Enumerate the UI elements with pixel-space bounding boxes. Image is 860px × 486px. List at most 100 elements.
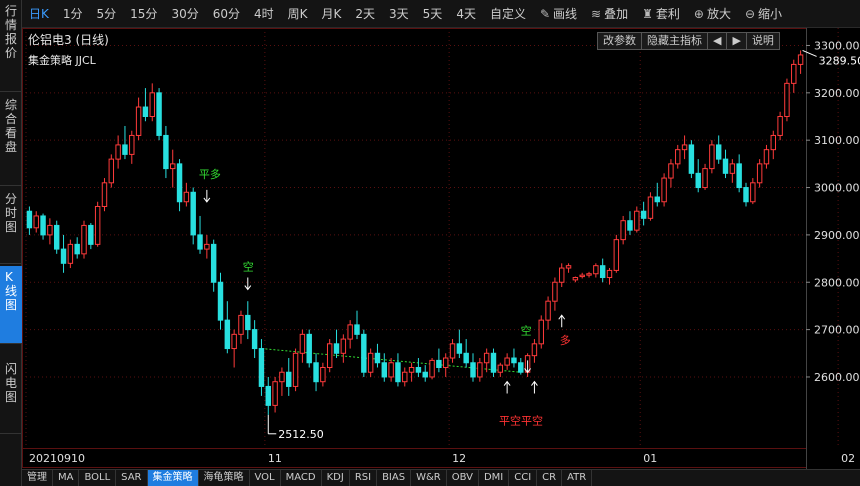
period-3[interactable]: 15分	[123, 0, 164, 28]
sidebar-tab-label: 闪电图	[4, 362, 17, 404]
candle-down	[251, 329, 258, 350]
arrow-right-icon[interactable]: ▶	[726, 32, 747, 50]
candle-up	[135, 106, 142, 136]
tool-zoom-out-button[interactable]: ⊖ 缩小	[738, 0, 789, 28]
period-0[interactable]: 日K	[22, 0, 56, 28]
candle-up	[565, 265, 572, 269]
candle-up	[784, 82, 790, 118]
candle-up	[81, 224, 87, 255]
hide-main-indicator-button[interactable]: 隐藏主指标	[641, 32, 708, 50]
candle-up	[449, 343, 456, 359]
indicator-label: 集金策略 JJCL	[28, 54, 96, 67]
sidebar-tab-label: K线图	[4, 270, 17, 312]
sidebar-tab-kline[interactable]: K线图	[0, 266, 22, 344]
period-12[interactable]: 4天	[449, 0, 483, 28]
period-7[interactable]: 周K	[281, 0, 315, 28]
candle-down	[599, 265, 606, 279]
indicator-tab-6[interactable]: VOL	[250, 470, 281, 486]
stack-icon: ≋	[591, 6, 602, 21]
indicator-tab-12[interactable]: OBV	[447, 470, 479, 486]
indicator-tab-14[interactable]: CCI	[509, 470, 538, 486]
indicator-tab-9[interactable]: RSI	[350, 470, 378, 486]
candle-down	[217, 281, 224, 321]
indicator-tab-11[interactable]: W&R	[411, 470, 447, 486]
x-tick-label: 01	[643, 452, 657, 465]
candle-down	[245, 314, 251, 331]
candle-down	[654, 196, 660, 203]
arrow-left-icon[interactable]: ◀	[707, 32, 728, 50]
indicator-tab-15[interactable]: CR	[537, 470, 563, 486]
candle-down	[695, 172, 701, 189]
candle-up	[115, 144, 121, 160]
indicator-tab-16[interactable]: ATR	[562, 470, 593, 486]
indicator-tab-2[interactable]: BOLL	[79, 470, 117, 486]
period-10[interactable]: 3天	[382, 0, 416, 28]
tool-label: 放大	[706, 6, 731, 21]
candle-up	[429, 359, 435, 378]
candle-down	[156, 92, 162, 136]
signal-label: 多	[560, 333, 571, 347]
candle-up	[442, 357, 449, 368]
candle-up	[729, 163, 736, 174]
period-4[interactable]: 30分	[164, 0, 205, 28]
indicator-tab-4[interactable]: 集金策略	[147, 470, 199, 486]
period-5[interactable]: 60分	[206, 0, 247, 28]
candle-down	[743, 187, 749, 203]
candle-up	[183, 191, 190, 203]
indicator-tab-8[interactable]: KDJ	[322, 470, 350, 486]
candle-up	[709, 144, 715, 170]
tool-stack-button[interactable]: ≋ 叠加	[584, 0, 635, 28]
indicator-tab-10[interactable]: BIAS	[377, 470, 412, 486]
candle-down	[354, 324, 360, 335]
candle-up	[33, 215, 39, 229]
sidebar-tab-quotes[interactable]: 行情报价	[0, 0, 22, 92]
candle-up	[797, 54, 804, 65]
candle-up	[204, 243, 210, 250]
period-2[interactable]: 5分	[90, 0, 124, 28]
y-tick-label: 2900.00	[814, 229, 860, 242]
candle-up	[94, 205, 101, 245]
candle-up	[272, 381, 278, 406]
candle-down	[286, 371, 292, 387]
signal-label: 空	[521, 323, 532, 337]
candle-up	[67, 243, 74, 264]
tool-pen-button[interactable]: ✎ 画线	[533, 0, 584, 28]
zoom-out-icon: ⊖	[744, 6, 756, 21]
help-button[interactable]: 说明	[745, 32, 780, 50]
kline-chart[interactable]: 3300.00 3200.00 3100.00 3000.00 2900.00 2800.…	[22, 28, 860, 469]
sidebar-tab-timeshare[interactable]: 分时图	[0, 188, 22, 264]
period-11[interactable]: 5天	[416, 0, 450, 28]
candle-down	[415, 366, 422, 373]
indicator-tab-5[interactable]: 海龟策略	[199, 470, 250, 486]
edit-params-button[interactable]: 改参数	[597, 32, 642, 50]
indicator-tab-13[interactable]: DMI	[479, 470, 510, 486]
candle-down	[640, 210, 647, 219]
candle-up	[299, 333, 306, 354]
candle-down	[40, 215, 46, 236]
indicator-tab-3[interactable]: SAR	[116, 470, 148, 486]
candle-up	[579, 274, 585, 278]
indicator-tab-7[interactable]: MACD	[281, 470, 322, 486]
zoom-in-icon: ⊕	[693, 6, 704, 21]
period-8[interactable]: 月K	[315, 0, 349, 28]
candle-down	[197, 234, 203, 250]
candle-up	[750, 182, 756, 203]
period-13[interactable]: 自定义	[483, 0, 533, 28]
candle-down	[313, 362, 319, 383]
indicator-tab-1[interactable]: MA	[53, 470, 80, 486]
candle-down	[436, 359, 442, 368]
bag-icon: ♜	[642, 6, 653, 21]
candle-up	[593, 265, 599, 275]
indicator-tab-0[interactable]: 管理	[22, 470, 53, 486]
tool-bag-button[interactable]: ♜ 套利	[635, 0, 687, 28]
period-6[interactable]: 4时	[247, 0, 281, 28]
period-9[interactable]: 2天	[348, 0, 382, 28]
candle-up	[170, 163, 176, 170]
period-1[interactable]: 1分	[56, 0, 90, 28]
high-price-label: 3289.50	[819, 54, 860, 67]
tool-zoom-in-button[interactable]: ⊕ 放大	[687, 0, 738, 28]
candle-up	[101, 182, 108, 207]
sidebar-tab-flash[interactable]: 闪电图	[0, 358, 22, 434]
sidebar-tab-overview[interactable]: 综合看盘	[0, 94, 22, 186]
chart-button-group: 改参数 隐藏主指标 ◀ ▶ 说明	[597, 32, 780, 50]
